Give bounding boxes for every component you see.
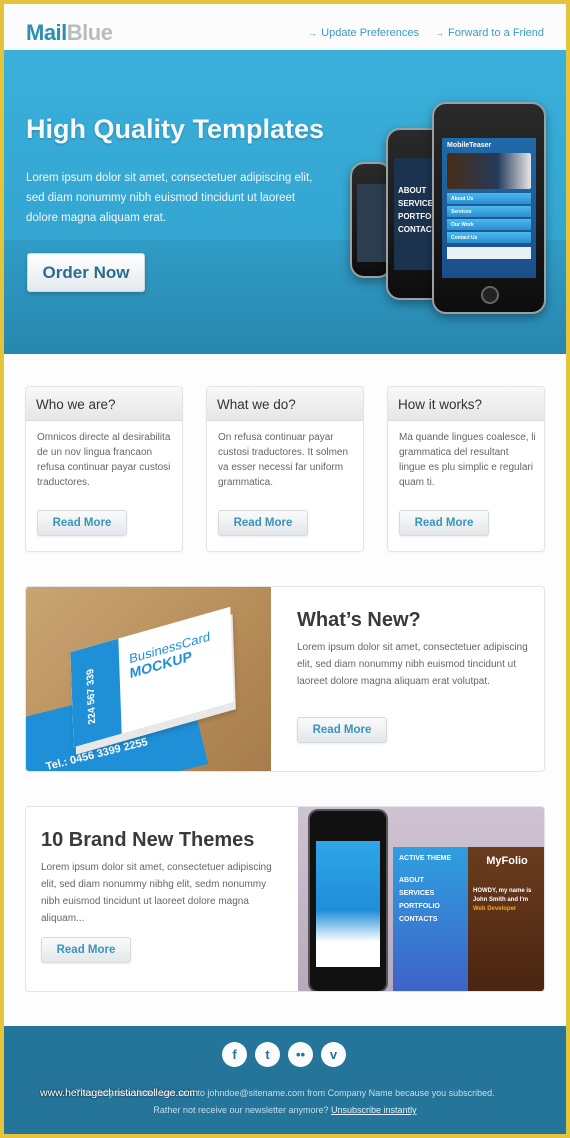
themes-image: ACTIVE THEME ABOUT SERVICES PORTFOLIO CO… xyxy=(298,807,544,991)
phone-menu-item: About Us xyxy=(447,193,531,204)
twitter-icon[interactable]: t xyxy=(255,1042,280,1067)
card-text: Omnicos directe al desirabilita de un no… xyxy=(37,432,171,488)
new-themes-title: 10 Brand New Themes xyxy=(41,829,255,851)
phone-menu-item: Our Work xyxy=(447,219,531,230)
unsubscribe-link[interactable]: Unsubscribe instantly xyxy=(331,1105,417,1115)
card-text: Ma quande lingues coalesce, li grammatic… xyxy=(399,432,536,488)
phone-image-front: MobileTeaser About Us Services Our Work … xyxy=(432,102,546,314)
phone-screen: MobileTeaser About Us Services Our Work … xyxy=(442,138,536,278)
myfolio-howdy-text: HOWDY, my name is John Smith and I'm xyxy=(473,888,532,903)
myfolio-preview: MyFolio HOWDY, my name is John Smith and… xyxy=(468,847,544,991)
active-theme-menu-item: PORTFOLIO xyxy=(399,903,440,910)
phone-footer xyxy=(447,247,531,259)
footer-unsubscribe-line: Rather not receive our newsletter anymor… xyxy=(4,1105,566,1115)
themes-phone xyxy=(308,809,388,991)
phone-menu-item: Contact Us xyxy=(447,232,531,243)
business-card-image: Tel.: 0456 3399 2255 224 567 339 Busines… xyxy=(26,587,271,772)
email-header: MailBlue → Update Preferences → Forward … xyxy=(4,4,566,50)
themes-phone-screen xyxy=(316,841,380,967)
active-theme-preview: ACTIVE THEME ABOUT SERVICES PORTFOLIO CO… xyxy=(393,847,468,991)
home-button-icon xyxy=(481,286,499,304)
active-theme-menu-item: ABOUT xyxy=(399,877,424,884)
read-more-button[interactable]: Read More xyxy=(399,510,489,536)
myfolio-title: MyFolio xyxy=(486,855,528,867)
arrow-right-icon: → xyxy=(308,28,318,38)
new-themes-section: 10 Brand New Themes Lorem ipsum dolor si… xyxy=(25,806,545,992)
hero-text: Lorem ipsum dolor sit amet, consectetuer… xyxy=(26,172,313,224)
update-preferences-label: Update Preferences xyxy=(321,27,420,39)
social-links: f t •• v xyxy=(222,1042,346,1067)
card-how-it-works: How it works? Ma quande lingues coalesce… xyxy=(387,386,545,552)
active-theme-menu-item: SERVICES xyxy=(399,890,435,897)
myfolio-howdy: HOWDY, my name is John Smith and I'm Web… xyxy=(468,867,544,914)
read-more-button[interactable]: Read More xyxy=(37,510,127,536)
email-footer: f t •• v This daily newsletter was sent … xyxy=(4,1026,566,1134)
business-card-tel: Tel.: 0456 3399 2255 xyxy=(44,736,149,772)
card-text: On refusa continuar payar custosi traduc… xyxy=(218,432,349,488)
email-frame: MailBlue → Update Preferences → Forward … xyxy=(4,4,566,1134)
myfolio-role: Web Developer xyxy=(473,906,517,912)
whats-new-section: Tel.: 0456 3399 2255 224 567 339 Busines… xyxy=(25,586,545,772)
logo-mail: Mail xyxy=(26,20,67,45)
phone-menu-item: Services xyxy=(447,206,531,217)
card-what-we-do: What we do? On refusa continuar payar cu… xyxy=(206,386,364,552)
business-card-phone: 224 567 339 xyxy=(85,667,99,726)
read-more-button[interactable]: Read More xyxy=(297,717,387,743)
phone-screen xyxy=(357,184,387,262)
whats-new-title: What’s New? xyxy=(297,609,421,631)
update-preferences-link[interactable]: → Update Preferences xyxy=(308,27,419,39)
card-title: How it works? xyxy=(388,387,544,421)
read-more-button[interactable]: Read More xyxy=(218,510,308,536)
hero-banner: High Quality Templates Lorem ipsum dolor… xyxy=(4,50,566,354)
logo-blue: Blue xyxy=(66,20,113,45)
active-theme-menu: ABOUT SERVICES PORTFOLIO CONTACTS xyxy=(393,862,468,926)
hero-title: High Quality Templates xyxy=(26,114,325,144)
card-title: Who we are? xyxy=(26,387,182,421)
forward-to-friend-link[interactable]: → Forward to a Friend xyxy=(435,27,544,39)
read-more-button[interactable]: Read More xyxy=(41,937,131,963)
card-title: What we do? xyxy=(207,387,363,421)
arrow-right-icon: → xyxy=(435,28,445,38)
watermark-text: www.heritagechristiancollege.com xyxy=(40,1087,199,1099)
whats-new-text: Lorem ipsum dolor sit amet, consectetuer… xyxy=(297,642,528,687)
vimeo-icon[interactable]: v xyxy=(321,1042,346,1067)
phone-app-title: MobileTeaser xyxy=(447,142,492,149)
business-card-stripe: 224 567 339 xyxy=(70,638,122,748)
card-who-we-are: Who we are? Omnicos directe al desirabil… xyxy=(25,386,183,552)
facebook-icon[interactable]: f xyxy=(222,1042,247,1067)
order-now-button[interactable]: Order Now xyxy=(27,253,145,292)
flickr-icon[interactable]: •• xyxy=(288,1042,313,1067)
forward-to-friend-label: Forward to a Friend xyxy=(448,27,544,39)
phone-slider xyxy=(447,153,531,189)
logo[interactable]: MailBlue xyxy=(26,20,113,46)
header-links: → Update Preferences → Forward to a Frie… xyxy=(308,27,544,39)
active-theme-menu-item: CONTACTS xyxy=(399,916,438,923)
active-theme-title: ACTIVE THEME xyxy=(399,855,452,862)
new-themes-text: Lorem ipsum dolor sit amet, consectetuer… xyxy=(41,862,272,924)
footer-unsubscribe-prompt: Rather not receive our newsletter anymor… xyxy=(153,1105,329,1115)
